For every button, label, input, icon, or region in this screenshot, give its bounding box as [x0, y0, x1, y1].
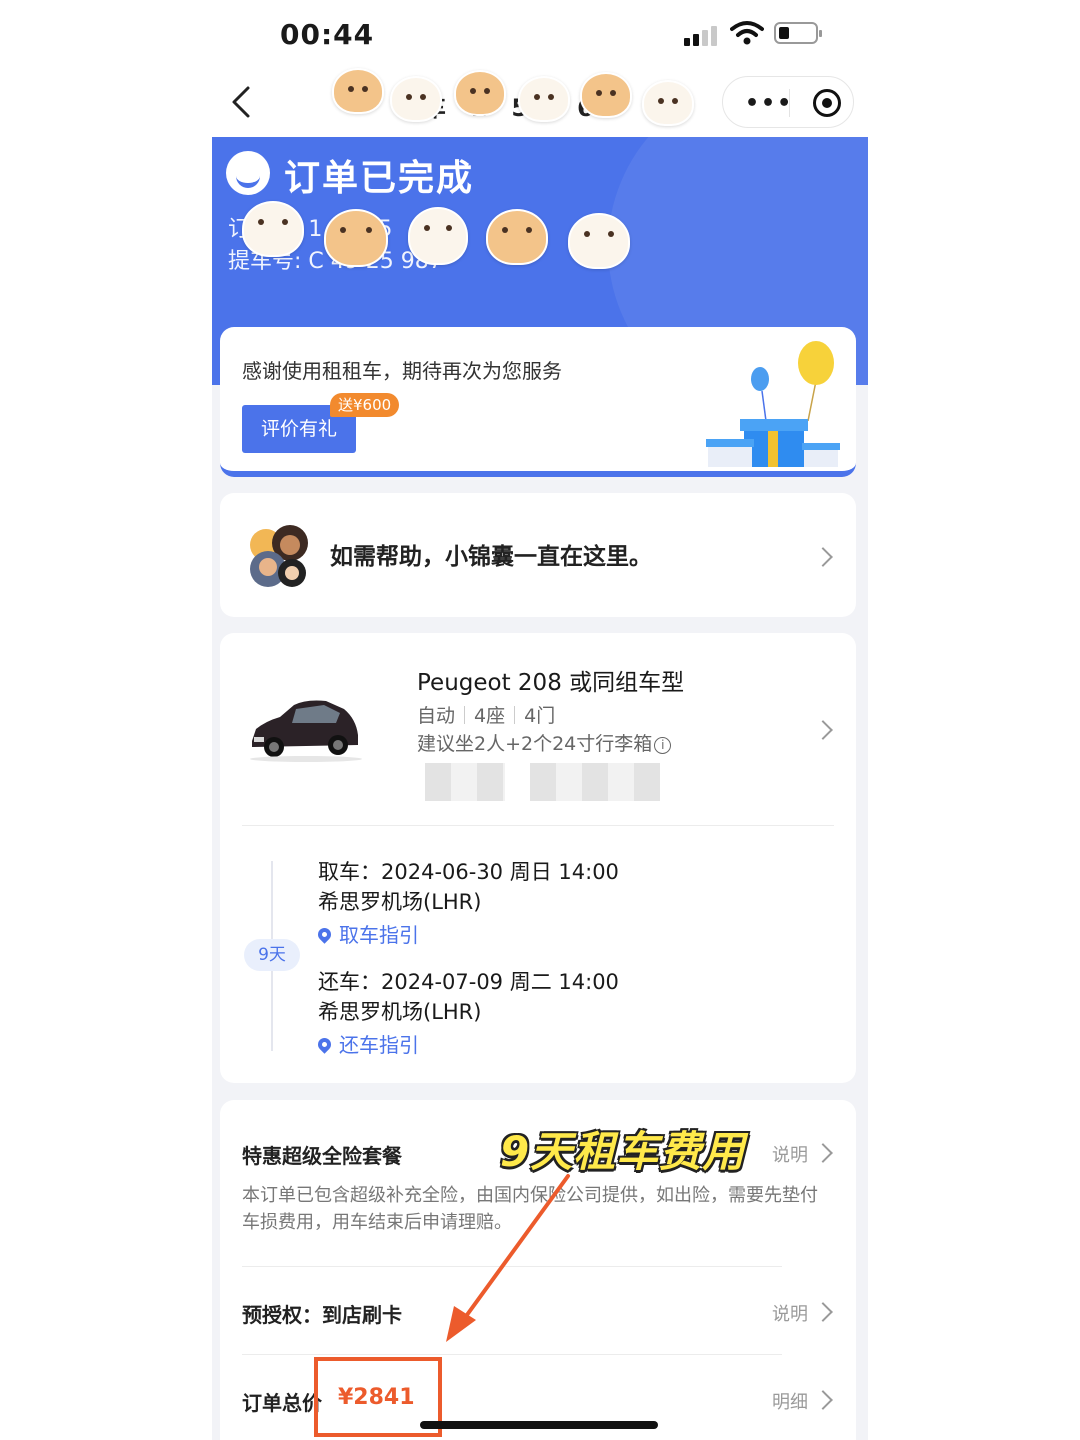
- privacy-sticker: [242, 201, 304, 257]
- luggage-suggestion: 建议坐2人+2个24寸行李箱 i: [417, 729, 672, 756]
- help-card[interactable]: 如需帮助，小锦囊一直在这里。: [220, 493, 856, 617]
- more-icon[interactable]: •••: [745, 91, 793, 116]
- privacy-sticker: [486, 209, 548, 265]
- chevron-right-icon[interactable]: [813, 1302, 833, 1322]
- car-image[interactable]: [246, 695, 364, 763]
- car-info-card: Peugeot 208 或同组车型 自动 4座 4门 建议坐2人+2个24寸行李箱 i…: [220, 633, 856, 1083]
- back-icon[interactable]: [228, 84, 256, 120]
- section-divider: [242, 1354, 782, 1355]
- people-avatar-icon: [250, 525, 308, 587]
- return-guide-label: 还车指引: [339, 1033, 419, 1057]
- privacy-sticker: [580, 72, 632, 118]
- privacy-sticker: [390, 76, 442, 122]
- close-miniprogram-icon[interactable]: [813, 89, 841, 117]
- section-divider: [242, 825, 834, 826]
- help-message: 如需帮助，小锦囊一直在这里。: [330, 544, 652, 570]
- location-pin-icon: [315, 1035, 334, 1054]
- preauthorization: 预授权：到店刷卡: [242, 1303, 402, 1327]
- return-guide-link[interactable]: 还车指引: [315, 1029, 419, 1058]
- insurance-package-title: 特惠超级全险套餐: [242, 1144, 402, 1168]
- pickup-location: 希思罗机场(LHR): [318, 890, 482, 914]
- miniprogram-capsule: •••: [722, 76, 854, 128]
- privacy-sticker: [332, 68, 384, 114]
- package-info-link[interactable]: 说明: [772, 1141, 808, 1167]
- info-icon[interactable]: i: [654, 737, 672, 754]
- smile-icon: [226, 151, 270, 195]
- annotation-arrow: [446, 1174, 570, 1342]
- chevron-right-icon[interactable]: [813, 720, 833, 740]
- order-status-title: 订单已完成: [284, 158, 475, 199]
- capsule-divider: [789, 89, 790, 117]
- spec-doors: 4门: [524, 705, 556, 727]
- return-location: 希思罗机场(LHR): [318, 1000, 482, 1024]
- spec-divider: [464, 706, 466, 724]
- blurred-content: [425, 763, 505, 801]
- privacy-sticker: [324, 209, 388, 267]
- signal-icon: [684, 24, 720, 46]
- status-time: 00:44: [280, 18, 375, 51]
- car-model-name: Peugeot 208 或同组车型: [417, 670, 685, 696]
- spec-divider: [514, 706, 516, 724]
- return-time: 还车：2024-07-09 周二 14:00: [318, 970, 619, 994]
- chevron-right-icon: [813, 547, 833, 567]
- chevron-right-icon[interactable]: [813, 1143, 833, 1163]
- spec-seats: 4座: [474, 705, 506, 727]
- price-detail-link[interactable]: 明细: [772, 1388, 808, 1414]
- car-specs: 自动 4座 4门: [417, 701, 555, 728]
- thanks-message: 感谢使用租租车，期待再次为您服务: [242, 359, 562, 383]
- spec-transmission: 自动: [417, 705, 456, 727]
- privacy-sticker: [642, 80, 694, 126]
- home-indicator[interactable]: [420, 1421, 658, 1429]
- battery-icon: [774, 22, 822, 44]
- luggage-text: 建议坐2人+2个24寸行李箱: [417, 733, 653, 755]
- privacy-sticker: [518, 76, 570, 122]
- top-bar: 00:44 车 1 59 63 •••: [212, 0, 868, 137]
- blurred-content: [530, 763, 660, 801]
- privacy-sticker: [568, 213, 630, 269]
- wifi-icon: [730, 21, 764, 45]
- pickup-guide-label: 取车指引: [339, 923, 419, 947]
- thanks-card: 感谢使用租租车，期待再次为您服务 评价有礼 送¥600: [220, 327, 856, 477]
- pickup-time: 取车：2024-06-30 周日 14:00: [318, 860, 619, 884]
- gift-badge: 送¥600: [330, 393, 400, 417]
- chevron-right-icon[interactable]: [813, 1390, 833, 1410]
- pickup-guide-link[interactable]: 取车指引: [315, 919, 419, 948]
- order-total-label: 订单总价: [242, 1391, 322, 1415]
- preauth-info-link[interactable]: 说明: [772, 1300, 808, 1326]
- gift-balloon-icon: [706, 341, 840, 467]
- privacy-sticker: [454, 70, 506, 116]
- location-pin-icon: [315, 925, 334, 944]
- rental-duration-badge: 9天: [244, 939, 300, 971]
- privacy-sticker: [408, 207, 468, 265]
